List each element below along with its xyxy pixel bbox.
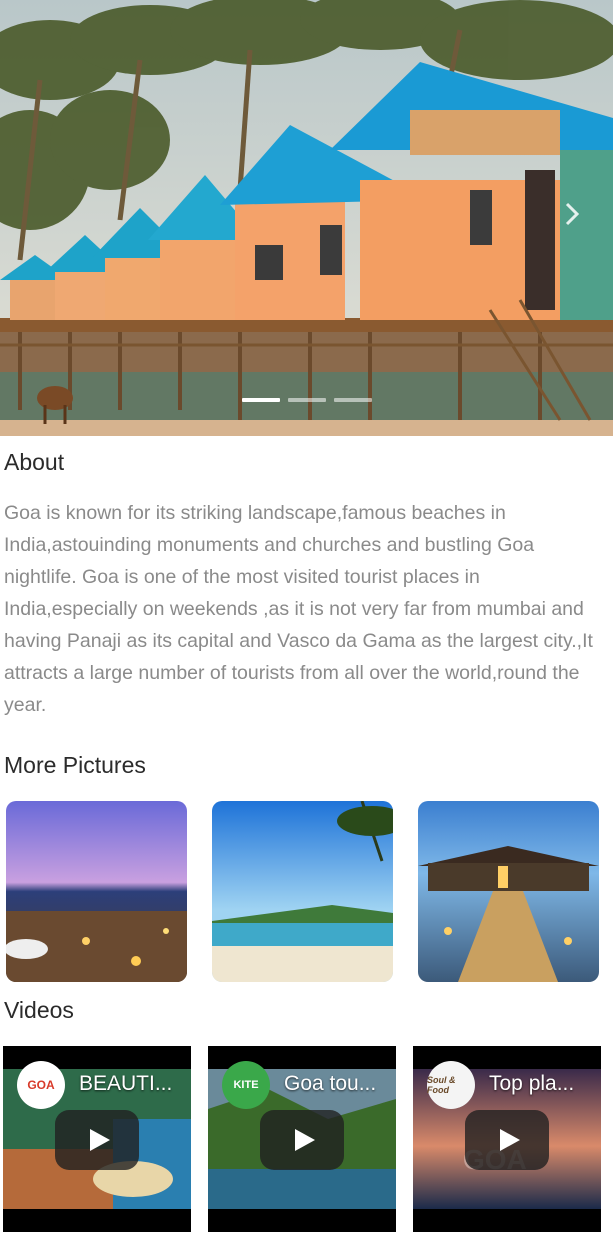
videos-row: GOA BEAUTI... KITE Goa tou... GOA Soul &… — [3, 1046, 601, 1232]
video-card-1[interactable]: GOA BEAUTI... — [3, 1046, 191, 1232]
video-title-3[interactable]: Top pla... — [489, 1072, 574, 1096]
carousel-dot-1[interactable] — [242, 398, 280, 402]
video-title-1[interactable]: BEAUTI... — [79, 1072, 172, 1096]
hero-carousel[interactable] — [0, 0, 613, 436]
video-card-3[interactable]: GOA Soul & Food Top pla... — [413, 1046, 601, 1232]
more-pictures-heading: More Pictures — [4, 752, 146, 778]
channel-avatar-2[interactable]: KITE — [222, 1061, 270, 1109]
picture-thumbnail-2[interactable] — [212, 801, 393, 982]
picture-thumbnail-3[interactable] — [418, 801, 599, 982]
channel-avatar-3[interactable]: Soul & Food — [427, 1061, 475, 1109]
play-icon[interactable] — [55, 1110, 139, 1170]
channel-avatar-1[interactable]: GOA — [17, 1061, 65, 1109]
chevron-right-icon[interactable] — [561, 198, 583, 230]
about-heading: About — [4, 449, 65, 475]
videos-heading: Videos — [4, 997, 74, 1023]
video-card-2[interactable]: KITE Goa tou... — [208, 1046, 396, 1232]
carousel-indicators — [242, 398, 372, 402]
carousel-dot-2[interactable] — [288, 398, 326, 402]
pictures-row — [6, 801, 599, 982]
play-icon[interactable] — [260, 1110, 344, 1170]
carousel-dot-3[interactable] — [334, 398, 372, 402]
picture-thumbnail-1[interactable] — [6, 801, 187, 982]
hero-image — [0, 0, 613, 436]
play-icon[interactable] — [465, 1110, 549, 1170]
about-description: Goa is known for its striking landscape,… — [4, 502, 593, 716]
video-title-2[interactable]: Goa tou... — [284, 1072, 376, 1096]
